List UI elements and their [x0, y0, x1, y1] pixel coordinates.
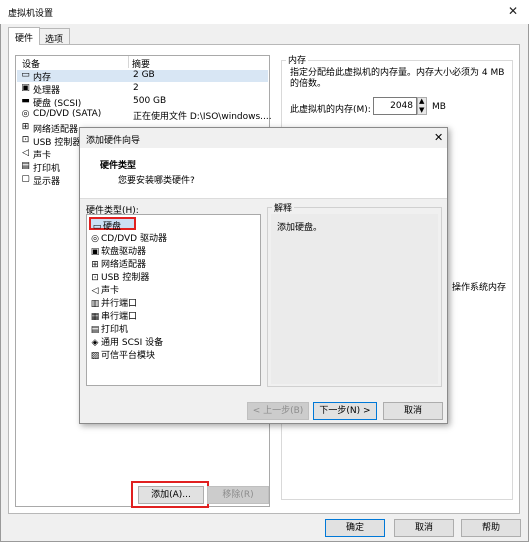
- list-item-sound-card[interactable]: ◁ 声卡: [89, 283, 119, 296]
- tab-hardware[interactable]: 硬件: [8, 27, 41, 45]
- sound-card-icon: ◁: [22, 148, 29, 158]
- device-summary: 2 GB: [133, 70, 155, 80]
- explanation-text: 添加硬盘。: [277, 223, 323, 233]
- window-title: 虚拟机设置: [8, 9, 54, 19]
- list-item-label: CD/DVD 驱动器: [101, 234, 167, 244]
- memory-description: 指定分配给此虚拟机的内存量。内存大小必须为 4 MB 的倍数。: [290, 68, 505, 89]
- explanation-box: 添加硬盘。: [271, 214, 438, 384]
- printer-icon: ▤: [21, 161, 30, 171]
- cancel-button[interactable]: 取消: [394, 519, 454, 537]
- list-item-label: 打印机: [101, 325, 129, 335]
- serial-port-icon: ▦: [90, 312, 100, 322]
- list-item-cd-dvd[interactable]: ◎ CD/DVD 驱动器: [89, 231, 167, 244]
- network-adapter-icon: ⊞: [91, 260, 99, 270]
- device-name: 内存: [33, 73, 52, 83]
- tab-options[interactable]: 选项: [38, 28, 71, 45]
- back-button[interactable]: < 上一步(B): [247, 402, 309, 420]
- list-item-printer[interactable]: ▤ 打印机: [89, 322, 128, 335]
- list-item-label: 并行端口: [101, 299, 138, 309]
- list-item-label: 串行端口: [101, 312, 138, 322]
- column-header-summary: 摘要: [132, 60, 151, 70]
- ok-button[interactable]: 确定: [325, 519, 385, 537]
- close-icon[interactable]: ✕: [508, 4, 518, 18]
- list-item-usb-controller[interactable]: ⊡ USB 控制器: [89, 270, 149, 283]
- device-summary: 2: [133, 83, 139, 93]
- title-bar: 虚拟机设置 ✕: [0, 0, 529, 24]
- device-name: 处理器: [33, 86, 61, 96]
- device-name: 声卡: [33, 151, 52, 161]
- hard-disk-icon: ▬: [21, 96, 30, 106]
- wizard-title: 添加硬件向导: [86, 136, 141, 146]
- list-item-label: 通用 SCSI 设备: [101, 338, 164, 348]
- remove-button[interactable]: 移除(R): [207, 486, 269, 504]
- list-item-label: 声卡: [101, 286, 120, 296]
- wizard-close-icon[interactable]: ✕: [434, 131, 443, 144]
- device-name: 硬盘 (SCSI): [33, 99, 82, 109]
- device-row-memory[interactable]: ▭ 内存 2 GB: [17, 70, 268, 83]
- usb-controller-icon: ⊡: [21, 135, 30, 145]
- list-item-network-adapter[interactable]: ⊞ 网络适配器: [89, 257, 146, 270]
- list-item-generic-scsi[interactable]: ◈ 通用 SCSI 设备: [89, 335, 164, 348]
- generic-scsi-icon: ◈: [91, 338, 99, 348]
- device-name: 网络适配器: [33, 125, 79, 135]
- list-item-parallel-port[interactable]: ▥ 并行端口: [89, 296, 137, 309]
- device-row-processor[interactable]: ▣ 处理器 2: [17, 83, 268, 96]
- memory-value: 2048: [390, 101, 413, 111]
- wizard-subheading: 您要安装哪类硬件?: [118, 176, 195, 186]
- memory-note-partial: 操作系统内存: [452, 283, 507, 293]
- next-button[interactable]: 下一步(N) >: [313, 402, 377, 420]
- memory-group-title: 内存: [286, 53, 309, 66]
- tpm-icon: ▨: [90, 351, 100, 361]
- list-item-tpm[interactable]: ▨ 可信平台模块: [89, 348, 155, 361]
- help-button[interactable]: 帮助: [461, 519, 521, 537]
- column-header-device: 设备: [22, 60, 41, 70]
- wizard-header: 硬件类型 您要安装哪类硬件?: [80, 148, 447, 199]
- list-item-serial-port[interactable]: ▦ 串行端口: [89, 309, 137, 322]
- processor-icon: ▣: [21, 83, 30, 93]
- add-button[interactable]: 添加(A)...: [138, 486, 204, 504]
- list-item-label: 软盘驱动器: [101, 247, 147, 257]
- memory-unit: MB: [432, 102, 446, 112]
- list-item-label: USB 控制器: [101, 273, 150, 283]
- device-name: 显示器: [33, 177, 61, 187]
- memory-spinner[interactable]: ▲ ▼: [417, 97, 427, 115]
- spin-down-icon[interactable]: ▼: [419, 106, 424, 114]
- device-name: CD/DVD (SATA): [33, 109, 102, 119]
- list-item-label: 网络适配器: [101, 260, 147, 270]
- device-summary: 500 GB: [133, 96, 167, 106]
- parallel-port-icon: ▥: [90, 299, 100, 309]
- usb-controller-icon: ⊡: [91, 273, 99, 283]
- device-row-cd-dvd[interactable]: ◎ CD/DVD (SATA) 正在使用文件 D:\ISO\windows...…: [17, 109, 272, 122]
- network-adapter-icon: ⊞: [21, 122, 30, 132]
- sound-card-icon: ◁: [91, 286, 99, 296]
- hardware-type-list: ▭ 硬盘 ◎ CD/DVD 驱动器 ▣ 软盘驱动器 ⊞ 网络适配器 ⊡ USB 控制器 ◁…: [86, 214, 261, 386]
- add-hardware-wizard: 添加硬件向导 ✕ 硬件类型 您要安装哪类硬件? 硬件类型(H): ▭ 硬盘 ◎ CD…: [79, 127, 448, 424]
- wizard-heading: 硬件类型: [100, 161, 137, 171]
- spin-up-icon[interactable]: ▲: [419, 97, 424, 105]
- device-summary: 正在使用文件 D:\ISO\windows....: [133, 112, 272, 122]
- memory-icon: ▭: [21, 70, 30, 80]
- memory-input[interactable]: 2048: [373, 97, 417, 115]
- explanation-title: 解释: [272, 201, 295, 214]
- cd-dvd-icon: ◎: [91, 234, 99, 244]
- column-divider: [128, 56, 129, 68]
- device-name: USB 控制器: [33, 138, 82, 148]
- device-name: 打印机: [33, 164, 61, 174]
- printer-icon: ▤: [90, 325, 100, 335]
- memory-input-label: 此虚拟机的内存(M):: [290, 105, 371, 115]
- floppy-icon: ▣: [90, 247, 100, 257]
- list-item-label: 可信平台模块: [101, 351, 156, 361]
- list-item-hard-disk[interactable]: ▭ 硬盘: [89, 217, 136, 232]
- display-icon: ▢: [21, 174, 30, 184]
- cd-dvd-icon: ◎: [21, 109, 30, 119]
- list-item-floppy[interactable]: ▣ 软盘驱动器: [89, 244, 146, 257]
- wizard-cancel-button[interactable]: 取消: [383, 402, 443, 420]
- device-row-hard-disk[interactable]: ▬ 硬盘 (SCSI) 500 GB: [17, 96, 268, 109]
